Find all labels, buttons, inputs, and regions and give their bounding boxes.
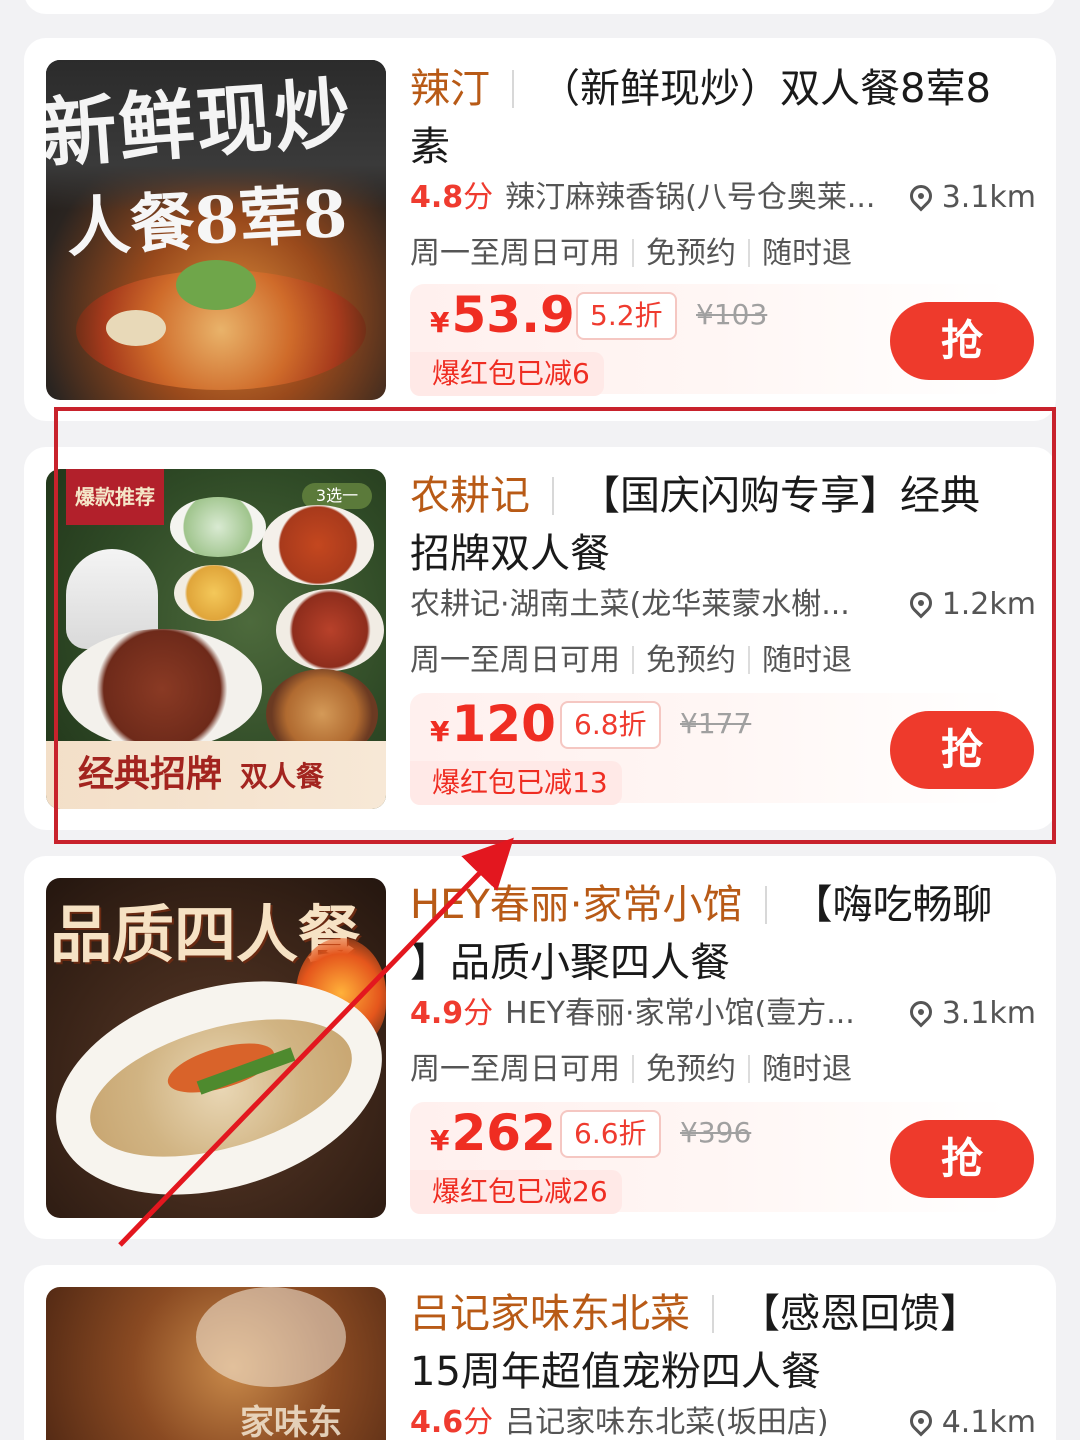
store-name[interactable]: 吕记家味东北菜(坂田店) xyxy=(505,1403,828,1440)
usage-tags: 周一至周日可用 免预约 随时退 xyxy=(410,1044,852,1088)
tag-no-booking: 免预约 xyxy=(646,643,736,678)
tag-available: 周一至周日可用 xyxy=(410,236,620,271)
deal-thumbnail[interactable]: 家味东 xyxy=(46,1287,386,1440)
salad-bowl xyxy=(170,497,266,557)
red-packet-tag: 爆红包已减26 xyxy=(410,1170,622,1214)
deal-title: 【国庆闪购专享】经典 xyxy=(580,473,980,519)
distance: 3.1km xyxy=(905,178,1036,218)
deal-card-hey-chunli[interactable]: 品质四人餐 HEY春丽·家常小馆 【嗨吃畅聊 】品质小聚四人餐 4.9分 HEY春丽… xyxy=(24,856,1056,1239)
grab-button[interactable]: 抢 xyxy=(890,711,1034,789)
title-divider xyxy=(512,70,514,108)
location-pin-icon xyxy=(905,1405,937,1437)
soup-bowl xyxy=(174,565,254,621)
deal-title-line-2: 招牌双人餐 xyxy=(410,531,610,577)
deal-title-line-2: 15周年超值宠粉四人餐 xyxy=(410,1349,821,1395)
deal-title: （新鲜现炒）双人餐8荤8 xyxy=(540,66,991,112)
tag-refund: 随时退 xyxy=(762,643,852,678)
red-packet-tag: 爆红包已减6 xyxy=(410,352,604,396)
title-divider xyxy=(712,1295,714,1333)
deal-title-line-1[interactable]: HEY春丽·家常小馆 【嗨吃畅聊 xyxy=(410,876,1040,934)
deal-meta-row: 4.8分 辣汀麻辣香锅(八号仓奥莱... 3.1km xyxy=(410,178,1036,218)
tag-no-booking: 免预约 xyxy=(646,1052,736,1087)
deal-meta-row: 4.6分 吕记家味东北菜(坂田店) 4.1km xyxy=(410,1403,1036,1440)
meat-dish xyxy=(276,589,384,671)
thumbnail-subheadline: 人餐8荤8 xyxy=(64,176,350,267)
tag-refund: 随时退 xyxy=(762,1052,852,1087)
thumbnail-badge: 爆款推荐 xyxy=(66,469,164,525)
tag-available: 周一至周日可用 xyxy=(410,1052,620,1087)
thumbnail-caption: 经典招牌 双人餐 xyxy=(78,753,325,795)
location-pin-icon xyxy=(905,587,937,619)
original-price: ¥103 xyxy=(696,298,768,331)
grab-button[interactable]: 抢 xyxy=(890,302,1034,380)
discount-badge: 5.2折 xyxy=(576,292,677,340)
deal-price: ¥53.9 xyxy=(430,286,575,344)
deal-meta-row: 4.9分 HEY春丽·家常小馆(壹方... 3.1km xyxy=(410,994,1036,1034)
location-pin-icon xyxy=(905,180,937,212)
deal-title: 【感恩回馈】 xyxy=(740,1291,980,1337)
deal-card-latin[interactable]: 新鲜现炒 人餐8荤8 辣汀 （新鲜现炒）双人餐8荤8 素 4.8分 辣汀麻辣香锅(八… xyxy=(24,38,1056,421)
deal-title-line-1[interactable]: 农耕记 【国庆闪购专享】经典 xyxy=(410,467,1040,525)
original-price: ¥396 xyxy=(680,1116,752,1149)
deal-card-nonggengji[interactable]: 爆款推荐 3选一 经典招牌 双人餐 农耕记 【国庆闪购专享】经典 招牌双人餐 农耕记… xyxy=(24,447,1056,830)
deal-card-lvji[interactable]: 家味东 吕记家味东北菜 【感恩回馈】 15周年超值宠粉四人餐 4.6分 吕记家味东北… xyxy=(24,1265,1056,1440)
deal-thumbnail[interactable]: 品质四人餐 xyxy=(46,878,386,1218)
spicy-dish xyxy=(262,505,374,585)
distance: 3.1km xyxy=(905,994,1036,1034)
shop-name: 辣汀 xyxy=(410,66,490,112)
shop-name: HEY春丽·家常小馆 xyxy=(410,882,743,928)
logo-watermark xyxy=(196,1287,346,1387)
deal-price: ¥262 xyxy=(430,1104,556,1162)
title-divider xyxy=(764,886,767,924)
deal-title-line-1[interactable]: 吕记家味东北菜 【感恩回馈】 xyxy=(410,1285,1040,1343)
rating: 4.8分 xyxy=(410,180,494,215)
deal-meta-row: 农耕记·湖南土菜(龙华莱蒙水榭... 1.2km xyxy=(410,585,1036,625)
deal-price: ¥120 xyxy=(430,695,556,753)
original-price: ¥177 xyxy=(680,707,752,740)
deal-title-line-2: 素 xyxy=(410,124,450,170)
store-name[interactable]: 辣汀麻辣香锅(八号仓奥莱... xyxy=(505,178,875,218)
tag-available: 周一至周日可用 xyxy=(410,643,620,678)
vegetable-garnish xyxy=(176,260,256,310)
usage-tags: 周一至周日可用 免预约 随时退 xyxy=(410,635,852,679)
location-pin-icon xyxy=(905,996,937,1028)
red-packet-tag: 爆红包已减13 xyxy=(410,761,622,805)
usage-tags: 周一至周日可用 免预约 随时退 xyxy=(410,228,852,272)
deal-title-line-2: 】品质小聚四人餐 xyxy=(410,940,730,986)
distance: 4.1km xyxy=(905,1403,1036,1440)
discount-badge: 6.6折 xyxy=(560,1110,661,1158)
previous-deal-card[interactable] xyxy=(24,0,1056,14)
beef-platter xyxy=(62,629,262,749)
deal-thumbnail[interactable]: 新鲜现炒 人餐8荤8 xyxy=(46,60,386,400)
deal-title-line-1[interactable]: 辣汀 （新鲜现炒）双人餐8荤8 xyxy=(410,60,1040,118)
deal-title: 【嗨吃畅聊 xyxy=(792,882,993,928)
title-divider xyxy=(552,477,554,515)
shop-name: 农耕记 xyxy=(410,473,530,519)
tag-no-booking: 免预约 xyxy=(646,236,736,271)
distance: 1.2km xyxy=(905,585,1036,625)
deal-thumbnail[interactable]: 爆款推荐 3选一 经典招牌 双人餐 xyxy=(46,469,386,809)
store-name[interactable]: 农耕记·湖南土菜(龙华莱蒙水榭... xyxy=(410,585,850,625)
tag-refund: 随时退 xyxy=(762,236,852,271)
rating: 4.6分 xyxy=(410,1405,494,1440)
shop-name: 吕记家味东北菜 xyxy=(410,1291,690,1337)
store-name[interactable]: HEY春丽·家常小馆(壹方... xyxy=(505,994,855,1034)
grab-button[interactable]: 抢 xyxy=(890,1120,1034,1198)
lotus-slice xyxy=(106,310,166,346)
rating: 4.9分 xyxy=(410,996,494,1031)
thumbnail-watermark-text: 家味东 xyxy=(240,1403,342,1440)
discount-badge: 6.8折 xyxy=(560,701,661,749)
